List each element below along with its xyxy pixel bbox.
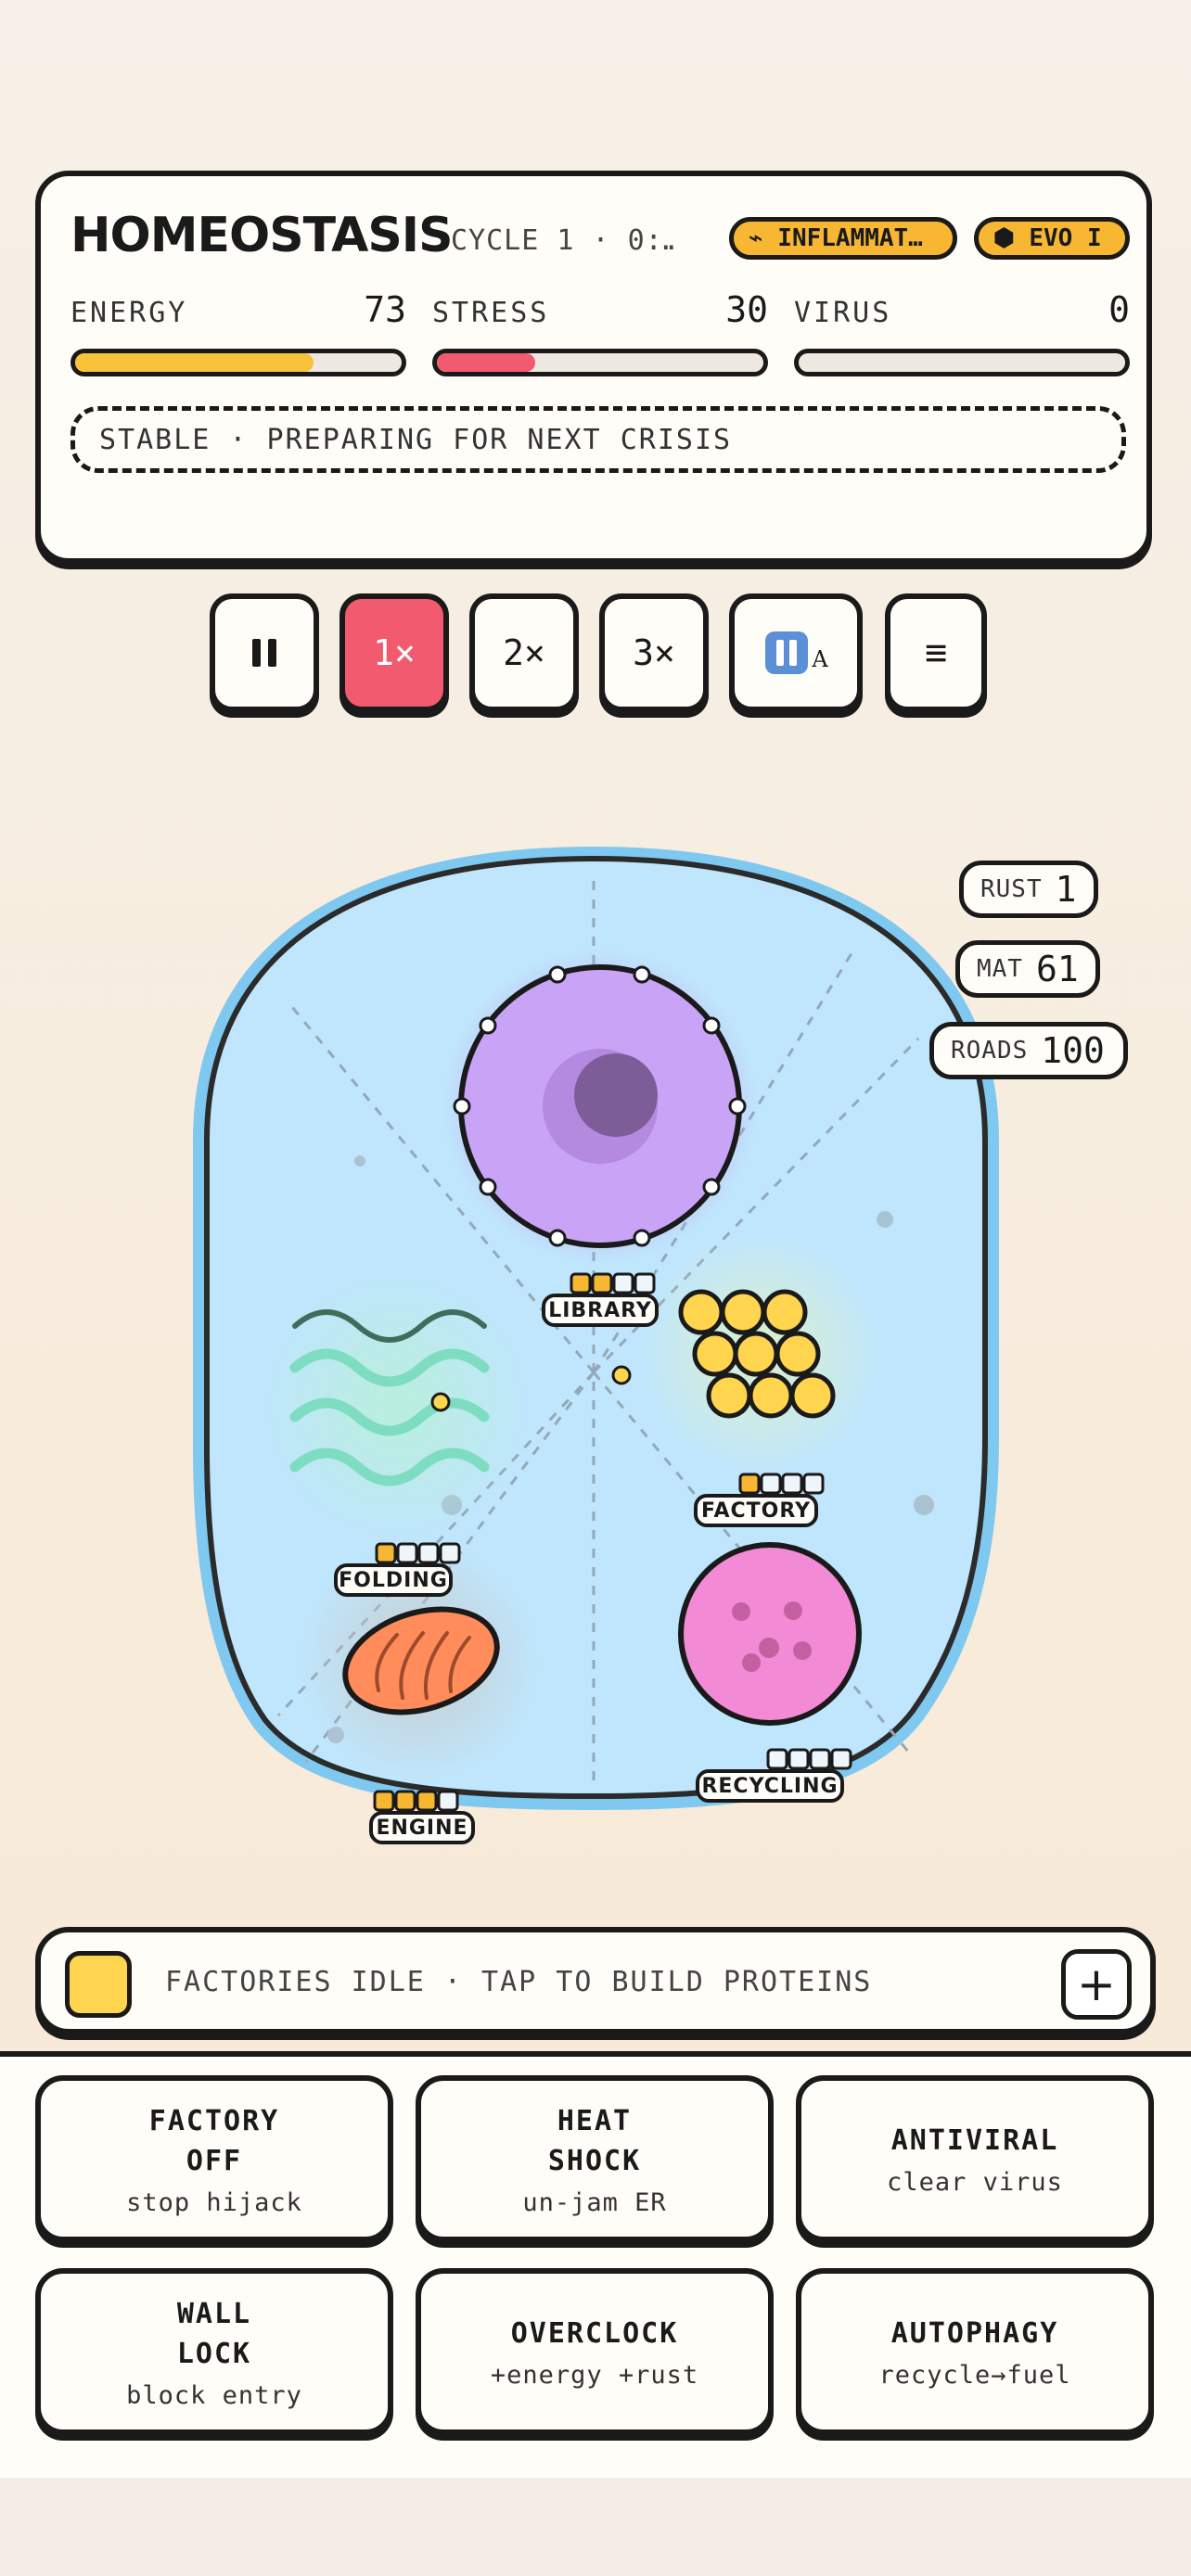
- autophagy-button[interactable]: AUTOPHAGY recycle→fuel: [796, 2268, 1154, 2435]
- rust-label: RUST: [980, 875, 1043, 903]
- menu-icon: ≡: [924, 631, 948, 674]
- auto-pause-suffix: A: [812, 646, 828, 672]
- material-counter: MAT 61: [955, 940, 1100, 998]
- energy-bar-fill: [75, 353, 314, 372]
- energy-bar: [70, 349, 406, 376]
- factory-level-pip: [781, 1473, 803, 1495]
- menu-button[interactable]: ≡: [885, 593, 987, 712]
- engine-level-pip: [416, 1790, 438, 1812]
- engine-label[interactable]: ENGINE: [369, 1811, 475, 1844]
- folding-label[interactable]: FOLDING: [334, 1563, 453, 1597]
- build-hint: FACTORIES IDLE · TAP TO BUILD PROTEINS: [165, 1966, 873, 1998]
- auto-pause-button[interactable]: A: [729, 593, 863, 712]
- engine-level-pip: [437, 1790, 459, 1812]
- energy-value: 73: [364, 289, 406, 330]
- energy-label: ENERGY: [70, 297, 188, 329]
- factory-level-pip: [760, 1473, 782, 1495]
- factory-level-pip: [802, 1473, 825, 1495]
- evolution-badge[interactable]: ⬢ EVO I: [974, 217, 1130, 260]
- stress-label: STRESS: [432, 297, 550, 329]
- build-bar[interactable]: FACTORIES IDLE · TAP TO BUILD PROTEINS +: [35, 1927, 1156, 2034]
- library-level-pip: [570, 1272, 592, 1294]
- rust-value: 1: [1055, 869, 1077, 910]
- speed-1x-button[interactable]: 1×: [339, 593, 449, 712]
- bottom-safe-area: [0, 2478, 1191, 2576]
- inflammation-badge[interactable]: ⌁ INFLAMMAT…: [729, 217, 957, 260]
- particle: [877, 1211, 893, 1228]
- action-title: ANTIVIRAL: [890, 2124, 1059, 2157]
- roads-counter: ROADS 100: [929, 1022, 1128, 1079]
- protein-swatch: [65, 1951, 132, 2018]
- mat-value: 61: [1035, 949, 1079, 989]
- factory-label[interactable]: FACTORY: [694, 1494, 818, 1527]
- speed-2x-button[interactable]: 2×: [469, 593, 579, 712]
- folding-level-pip: [417, 1542, 440, 1564]
- folding-level-pip: [439, 1542, 461, 1564]
- stress-bar: [432, 349, 768, 376]
- factory-off-button[interactable]: FACTORY OFF stop hijack: [35, 2075, 393, 2242]
- antiviral-button[interactable]: ANTIVIRAL clear virus: [796, 2075, 1154, 2242]
- status-card: HOMEOSTASIS CYCLE 1 · 0:… ⌁ INFLAMMAT… ⬢…: [35, 171, 1152, 564]
- stress-bar-fill: [437, 353, 535, 372]
- recycling-label[interactable]: RECYCLING: [696, 1769, 844, 1803]
- library-level-pip: [612, 1272, 634, 1294]
- pause-button[interactable]: [210, 593, 319, 712]
- protein-dot: [430, 1392, 451, 1412]
- recycling-level-pip: [788, 1748, 810, 1770]
- rust-counter: RUST 1: [959, 861, 1098, 918]
- add-protein-button[interactable]: +: [1061, 1949, 1132, 2020]
- plus-icon: +: [1077, 1958, 1116, 2011]
- folding-level-pip: [396, 1542, 418, 1564]
- action-subtitle: block entry: [126, 2380, 302, 2410]
- roads-label: ROADS: [951, 1037, 1029, 1065]
- action-subtitle: clear virus: [887, 2168, 1063, 2197]
- action-title: HEAT SHOCK: [547, 2104, 642, 2177]
- engine-level-pip: [394, 1790, 416, 1812]
- action-title: OVERCLOCK: [510, 2317, 679, 2350]
- action-title: WALL LOCK: [176, 2297, 252, 2370]
- action-title: AUTOPHAGY: [890, 2317, 1059, 2350]
- folding-organelle[interactable]: [263, 1272, 531, 1541]
- action-subtitle: stop hijack: [126, 2187, 302, 2217]
- virus-bar: [794, 349, 1130, 376]
- particle: [914, 1495, 934, 1515]
- action-subtitle: un-jam ER: [522, 2187, 667, 2217]
- cycle-label: CYCLE 1 · 0:…: [451, 224, 673, 257]
- stress-value: 30: [725, 289, 768, 330]
- overclock-button[interactable]: OVERCLOCK +energy +rust: [416, 2268, 774, 2435]
- recycling-level-pip: [766, 1748, 788, 1770]
- speed-3x-button[interactable]: 3×: [599, 593, 709, 712]
- factory-level-pip: [738, 1473, 761, 1495]
- mat-label: MAT: [977, 955, 1023, 983]
- heat-shock-button[interactable]: HEAT SHOCK un-jam ER: [416, 2075, 774, 2242]
- protein-dot: [611, 1365, 632, 1385]
- engine-level-pip: [373, 1790, 395, 1812]
- library-level-pip: [634, 1272, 656, 1294]
- virus-label: VIRUS: [794, 297, 892, 329]
- action-subtitle: recycle→fuel: [878, 2361, 1071, 2390]
- action-subtitle: +energy +rust: [490, 2361, 699, 2390]
- folding-level-pip: [375, 1542, 397, 1564]
- game-title: HOMEOSTASIS: [70, 208, 454, 263]
- wall-lock-button[interactable]: WALL LOCK block entry: [35, 2268, 393, 2435]
- factory-organelle[interactable]: [640, 1233, 881, 1474]
- library-label[interactable]: LIBRARY: [542, 1294, 659, 1327]
- particle: [354, 1155, 365, 1167]
- library-organelle[interactable]: [442, 949, 758, 1264]
- pause-icon: [252, 639, 276, 667]
- recycling-organelle[interactable]: [678, 1542, 862, 1726]
- virus-value: 0: [1108, 289, 1130, 330]
- recycling-level-pip: [809, 1748, 831, 1770]
- auto-pause-icon: [765, 631, 809, 674]
- action-title: FACTORY OFF: [148, 2104, 280, 2177]
- roads-value: 100: [1041, 1030, 1105, 1071]
- status-message: STABLE · PREPARING FOR NEXT CRISIS: [70, 406, 1126, 473]
- library-level-pip: [591, 1272, 613, 1294]
- recycling-level-pip: [830, 1748, 852, 1770]
